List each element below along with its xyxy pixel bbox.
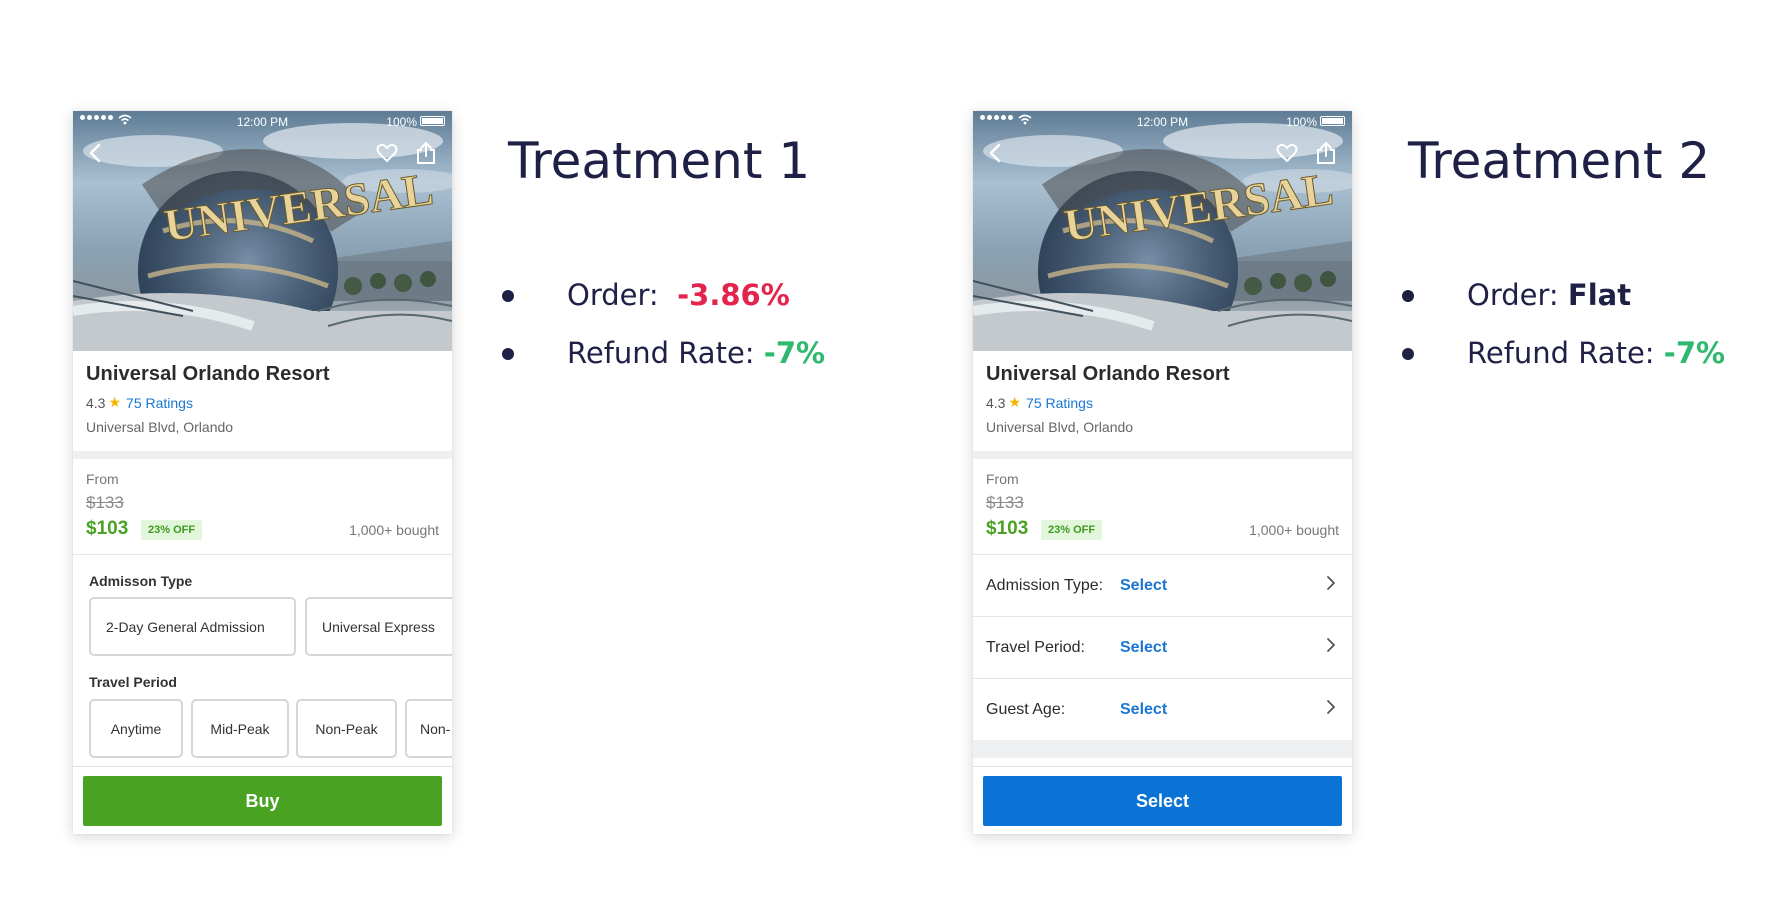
travel-period-label: Travel Period [89, 674, 177, 690]
back-icon [989, 143, 1001, 163]
bullet-icon [502, 290, 514, 302]
chevron-right-icon [1327, 700, 1335, 714]
travel-option-anytime[interactable]: Anytime [89, 699, 183, 758]
travel-period-row[interactable]: Travel Period: Select [973, 616, 1352, 678]
from-label: From [86, 471, 119, 487]
rating-row: 4.3 ★ 75 Ratings [86, 394, 436, 411]
travel-option-mid-peak[interactable]: Mid-Peak [191, 699, 289, 758]
divider [73, 451, 452, 459]
bullet-icon [502, 348, 514, 360]
guest-age-row[interactable]: Guest Age: Select [973, 678, 1352, 740]
refund-label: Refund Rate: [567, 336, 755, 370]
rating-score: 4.3 [86, 394, 106, 411]
discount-badge: 23% OFF [1041, 520, 1103, 540]
rating-row: 4.3 ★ 75 Ratings [986, 394, 1336, 411]
divider [73, 554, 452, 555]
chevron-right-icon [1327, 638, 1335, 652]
battery-percent: 100% [1286, 115, 1317, 129]
bullet-icon [1402, 348, 1414, 360]
share-button[interactable] [1312, 139, 1340, 167]
back-icon [89, 143, 101, 163]
divider [973, 740, 1352, 758]
product-title: Universal Orlando Resort [86, 363, 330, 385]
buy-button[interactable]: Buy [83, 776, 442, 826]
order-value: Flat [1567, 278, 1632, 312]
refund-label: Refund Rate: [1467, 336, 1655, 370]
status-bar: 12:00 PM 100% [73, 111, 452, 133]
row-select-link[interactable]: Select [1120, 577, 1167, 595]
bullet-icon [1402, 290, 1414, 302]
travel-option-non-partial[interactable]: Non- [405, 699, 452, 758]
sale-price: $103 [86, 518, 129, 539]
row-select-link[interactable]: Select [1120, 701, 1167, 719]
order-result: Order: Flat [1402, 266, 1725, 324]
original-price: $133 [986, 493, 1024, 512]
favorite-button[interactable] [373, 139, 401, 167]
divider [973, 451, 1352, 459]
hero-image: UNIVERSAL 12:00 PM 100% [973, 111, 1352, 351]
treatment-1-results: Order: -3.86% Refund Rate: -7% [502, 266, 826, 382]
row-label: Travel Period: [986, 638, 1085, 656]
treatment-1-heading: Treatment 1 [508, 132, 811, 190]
travel-option-non-peak[interactable]: Non-Peak [296, 699, 397, 758]
phone-mockup-treatment-1: UNIVERSAL 12:00 PM 100% Universal Orland… [73, 111, 452, 834]
address: Universal Blvd, Orlando [86, 419, 234, 435]
battery-icon [1320, 116, 1345, 126]
row-select-link[interactable]: Select [1120, 639, 1167, 657]
ratings-link[interactable]: 75 Ratings [126, 395, 193, 411]
admission-type-row[interactable]: Admission Type: Select [973, 554, 1352, 616]
sale-price: $103 [986, 518, 1029, 539]
order-label: Order: [1467, 278, 1559, 312]
address: Universal Blvd, Orlando [986, 419, 1134, 435]
refund-result: Refund Rate: -7% [1402, 324, 1726, 382]
chevron-right-icon [1327, 576, 1335, 590]
share-button[interactable] [412, 139, 440, 167]
heart-icon [1276, 143, 1298, 162]
hero-image: UNIVERSAL 12:00 PM 100% [73, 111, 452, 351]
from-label: From [986, 471, 1019, 487]
phone-mockup-treatment-2: UNIVERSAL 12:00 PM 100% Universal Orland… [973, 111, 1352, 834]
battery-icon [420, 116, 445, 126]
product-info: Universal Orlando Resort 4.3 ★ 75 Rating… [986, 363, 1336, 435]
row-label: Guest Age: [986, 700, 1066, 718]
bottom-action-bar: Select [973, 766, 1352, 834]
product-title: Universal Orlando Resort [986, 363, 1230, 385]
order-label: Order: [567, 278, 659, 312]
rating-score: 4.3 [986, 394, 1006, 411]
ratings-link[interactable]: 75 Ratings [1026, 395, 1093, 411]
share-icon [417, 141, 435, 164]
refund-result: Refund Rate: -7% [502, 324, 826, 382]
order-result: Order: -3.86% [502, 266, 825, 324]
bought-count: 1,000+ bought [349, 522, 439, 538]
favorite-button[interactable] [1273, 139, 1301, 167]
star-icon: ★ [1008, 394, 1022, 410]
bottom-action-bar: Buy [73, 766, 452, 834]
product-info: Universal Orlando Resort 4.3 ★ 75 Rating… [86, 363, 436, 435]
row-label: Admission Type: [986, 576, 1104, 594]
battery-percent: 100% [386, 115, 417, 129]
refund-value: -7% [1663, 336, 1726, 370]
admission-option-express[interactable]: Universal Express [305, 597, 452, 656]
select-button[interactable]: Select [983, 776, 1342, 826]
heart-icon [376, 143, 398, 162]
original-price: $133 [86, 493, 124, 512]
back-button[interactable] [81, 139, 109, 167]
admission-type-label: Admisson Type [89, 573, 193, 589]
treatment-2-heading: Treatment 2 [1408, 132, 1711, 190]
status-bar: 12:00 PM 100% [973, 111, 1352, 133]
discount-badge: 23% OFF [141, 520, 203, 540]
star-icon: ★ [108, 394, 122, 410]
admission-option-2-day[interactable]: 2-Day General Admission [89, 597, 296, 656]
order-value: -3.86% [677, 278, 790, 312]
refund-value: -7% [763, 336, 826, 370]
treatment-2-results: Order: Flat Refund Rate: -7% [1402, 266, 1726, 382]
back-button[interactable] [981, 139, 1009, 167]
share-icon [1317, 141, 1335, 164]
bought-count: 1,000+ bought [1249, 522, 1339, 538]
